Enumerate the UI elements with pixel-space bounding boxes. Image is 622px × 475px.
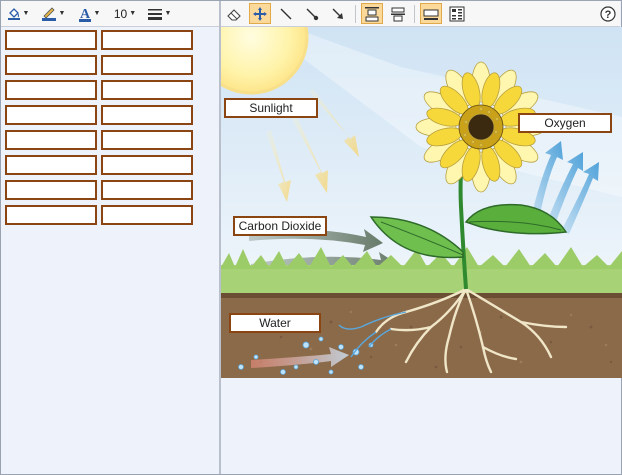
empty-label-slot[interactable] [101,105,193,125]
drawing-toolbar: ? [221,1,620,27]
align-top-icon [364,6,380,22]
empty-label-slot[interactable] [101,30,193,50]
chevron-down-icon: ▼ [129,10,137,17]
label-text: Oxygen [544,116,586,130]
empty-label-slot[interactable] [101,155,193,175]
move-icon [252,6,268,22]
empty-label-slot[interactable] [5,180,97,200]
line-width-button[interactable]: ▼ [145,3,173,24]
empty-label-slot[interactable] [5,105,97,125]
chevron-down-icon: ▼ [93,10,101,17]
svg-text:?: ? [605,9,612,21]
label-box-icon [423,7,439,21]
line-color-button[interactable]: ▼ [39,3,67,24]
empty-label-slot[interactable] [101,180,193,200]
help-icon: ? [600,5,616,22]
line-width-icon [147,8,163,20]
text-color-icon: A [78,6,92,22]
toolbar-separator [414,5,415,23]
diagram-canvas[interactable]: Sunlight Carbon Dioxide Oxygen Water [221,27,622,378]
label-oxygen[interactable]: Oxygen [518,113,612,133]
empty-label-slot[interactable] [101,55,193,75]
paint-bucket-icon [7,7,21,21]
label-text: Sunlight [249,101,293,115]
line-icon [279,7,293,21]
align-center-icon [390,6,406,22]
format-toolbar: ▼ ▼ A ▼ 10 ▼ ▼ [1,1,219,27]
chevron-down-icon: ▼ [22,10,30,17]
empty-label-slot[interactable] [5,55,97,75]
toolbar-separator [355,5,356,23]
font-size-value: 10 [113,6,128,21]
label-carbon-dioxide[interactable]: Carbon Dioxide [233,216,327,236]
empty-label-slot[interactable] [5,205,97,225]
empty-label-slot[interactable] [101,80,193,100]
align-middle-button[interactable] [387,3,409,24]
line-tool-button[interactable] [275,3,297,24]
empty-label-slot[interactable] [101,205,193,225]
empty-label-slot[interactable] [5,30,97,50]
label-water[interactable]: Water [229,313,321,333]
list-icon [449,6,465,22]
chevron-down-icon: ▼ [164,10,172,17]
label-sunlight[interactable]: Sunlight [224,98,318,118]
arrow-icon [331,7,345,21]
label-text: Water [259,316,291,330]
empty-label-slot[interactable] [5,155,97,175]
label-text: Carbon Dioxide [238,219,322,233]
canvas-empty-area [221,378,620,473]
arrow-tool-button[interactable] [327,3,349,24]
empty-label-slot[interactable] [101,130,193,150]
help-button[interactable]: ? [598,3,618,24]
fill-color-button[interactable]: ▼ [5,3,31,24]
eraser-icon [226,7,242,21]
empty-label-slot[interactable] [5,130,97,150]
font-size-dropdown[interactable]: 10 ▼ [111,3,139,24]
empty-label-slot[interactable] [5,80,97,100]
label-bank-grid [5,30,193,225]
line-end-dot-icon [305,7,319,21]
eraser-button[interactable] [223,3,245,24]
align-top-button[interactable] [361,3,383,24]
pen-color-icon [41,6,57,21]
label-style-button[interactable] [420,3,442,24]
text-color-button[interactable]: A ▼ [75,3,103,24]
move-button[interactable] [249,3,271,24]
label-bank-panel [1,27,219,473]
line-dot-tool-button[interactable] [301,3,323,24]
chevron-down-icon: ▼ [58,10,66,17]
label-list-button[interactable] [446,3,468,24]
